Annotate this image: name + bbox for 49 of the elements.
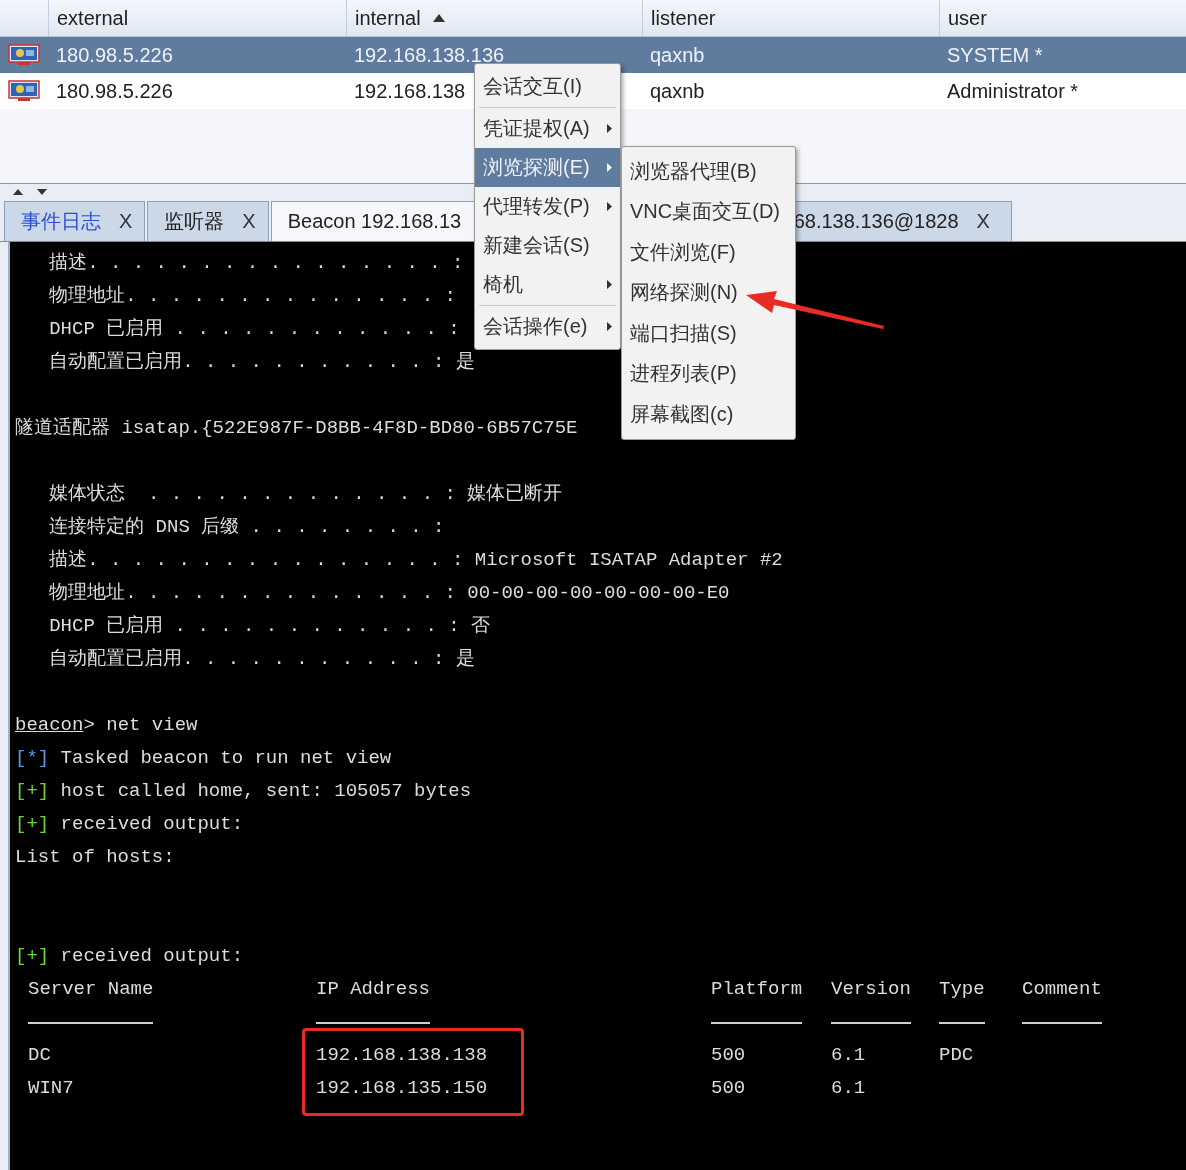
command-text: > net view (83, 714, 198, 736)
tab-label: 事件日志 (21, 209, 101, 234)
table-cell: 192.168.138 (354, 79, 466, 103)
console-line: 自动配置已启用. . . . . . . . . . . : 是 (48, 351, 475, 373)
tab-label: 监听器 (164, 209, 225, 234)
console-line: 物理地址. . . . . . . . . . . . . . : (48, 285, 456, 307)
console-line: 自动配置已启用. . . . . . . . . . . : 是 (48, 648, 475, 670)
table-cell-text: DC (28, 1043, 52, 1068)
column-header: Comment (1022, 977, 1102, 1002)
column-header: Type (939, 977, 985, 1002)
status-marker: [+] (15, 945, 50, 967)
console-line: received output: (59, 945, 244, 967)
column-header: Platform (711, 977, 803, 1002)
table-cell-text: 6.1 (831, 1076, 867, 1101)
console-line: 描述. . . . . . . . . . . . . . . . : Microsoft ISATAP Adapter #2 (48, 549, 783, 571)
console-line: Tasked beacon to run net view (59, 747, 392, 769)
table-cell-text: WIN7 (28, 1076, 75, 1101)
console-line: 隧道适配器 isatap.{522E987F-D8BB-4F8D-BD80-6B57C75E (15, 417, 578, 439)
table-cell-text: 6.1 (831, 1043, 867, 1068)
console-line: 物理地址. . . . . . . . . . . . . . : 00-00-00-00-00-00-00-E0 (48, 582, 730, 604)
table-cell-text: 500 (711, 1076, 747, 1101)
console-line: 连接特定的 DNS 后缀 . . . . . . . . : (48, 516, 445, 538)
column-header: Server Name (28, 977, 154, 1002)
table-cell: qaxnb (650, 79, 705, 103)
table-cell: SYSTEM * (947, 43, 1043, 67)
table-cell-text: 500 (711, 1043, 747, 1068)
table-cell-text: PDC (939, 1043, 975, 1068)
status-marker: [+] (15, 780, 50, 802)
console-line: host called home, sent: 105057 bytes (59, 780, 472, 802)
status-marker: [+] (15, 813, 50, 835)
console-line: 描述. . . . . . . . . . . . . . . . : (48, 252, 464, 274)
table-cell-text: 192.168.135.150 (316, 1076, 489, 1101)
prompt-label: beacon (15, 714, 84, 736)
tab-label: 68.138.136@1828 (793, 210, 959, 233)
table-cell: qaxnb (650, 43, 705, 67)
table-cell: Administrator * (947, 79, 1079, 103)
table-cell: 180.98.5.226 (56, 43, 173, 67)
table-cell: 180.98.5.226 (56, 79, 173, 103)
column-header: IP Address (316, 977, 431, 1002)
console-line: List of hosts: (15, 846, 175, 868)
console-line: DHCP 已启用 . . . . . . . . . . . . : (48, 318, 460, 340)
console-line: received output: (59, 813, 244, 835)
table-cell: 192.168.138.136 (354, 43, 505, 67)
tab-label: Beacon 192.168.13 (287, 210, 462, 233)
status-marker: [*] (15, 747, 50, 769)
column-header: Version (831, 977, 911, 1002)
table-cell-text: 192.168.138.138 (316, 1043, 489, 1068)
console-line: DHCP 已启用 . . . . . . . . . . . . : 否 (48, 615, 491, 637)
console-line: 媒体状态 . . . . . . . . . . . . . : 媒体已断开 (48, 483, 563, 505)
